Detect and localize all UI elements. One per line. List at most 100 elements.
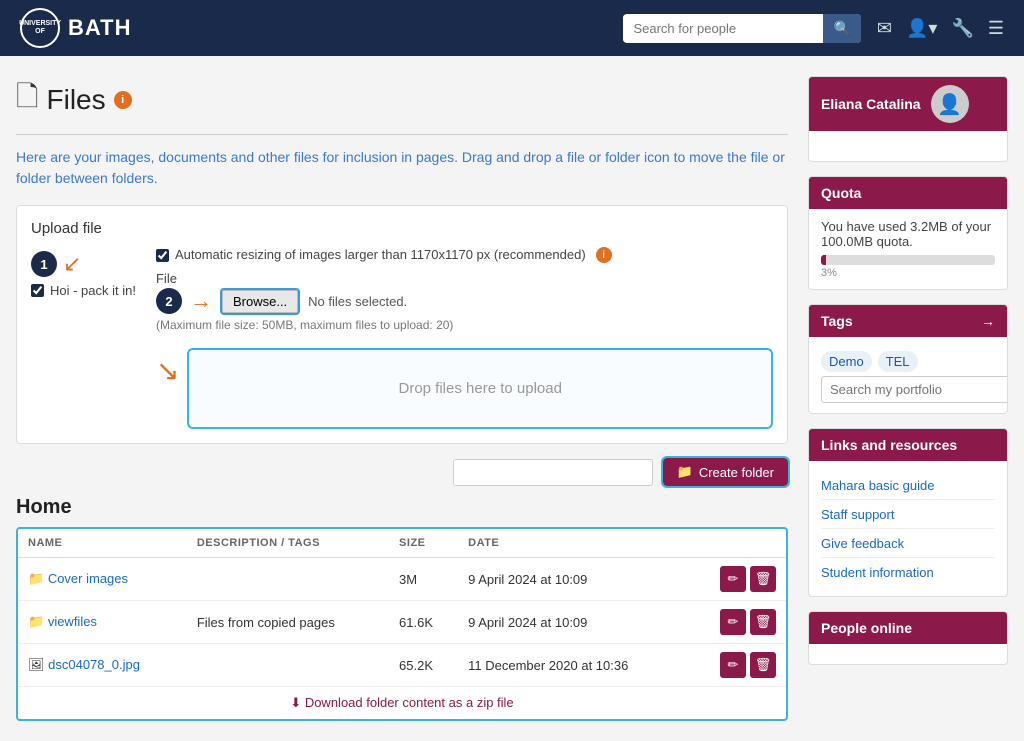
logo-circle: UNIVERSITY OF xyxy=(20,8,60,48)
mail-icon[interactable]: ✉ xyxy=(877,18,892,39)
file-action-buttons: ✏ 🗑 xyxy=(699,652,776,678)
links-body: Mahara basic guide Staff support Give feed… xyxy=(809,461,1007,596)
home-section: Home NAME DESCRIPTION / TAGS SIZE DATE xyxy=(16,496,788,721)
links-header: Links and resources xyxy=(809,429,1007,461)
auto-resize-info[interactable]: i xyxy=(596,247,612,263)
auto-resize-checkbox[interactable] xyxy=(156,249,169,262)
links-list-item: Staff support xyxy=(821,500,995,529)
file-date-cell: 11 December 2020 at 10:36 xyxy=(458,644,689,687)
title-divider xyxy=(16,134,788,135)
col-date: DATE xyxy=(458,529,689,558)
quota-text: You have used 3.2MB of your 100.0MB quot… xyxy=(821,219,995,249)
file-name-link[interactable]: Cover images xyxy=(48,571,128,586)
people-search-input[interactable] xyxy=(623,15,823,42)
step1-arrow: ↙ xyxy=(63,251,81,277)
people-search-bar: 🔍 xyxy=(623,14,860,43)
col-actions xyxy=(689,529,786,558)
people-search-button[interactable]: 🔍 xyxy=(823,14,860,43)
page-description: Here are your images, documents and othe… xyxy=(16,147,788,189)
edit-file-button[interactable]: ✏ xyxy=(720,566,746,592)
image-icon: 🖼 xyxy=(28,657,45,672)
upload-section: Upload file 1 ↙ Hoi - pack it in! xyxy=(16,205,788,444)
main-layout: 🗋 Files i Here are your images, document… xyxy=(0,56,1024,741)
profile-icon[interactable]: 👤▾ xyxy=(906,18,937,39)
no-files-label: No files selected. xyxy=(308,294,407,309)
file-desc-cell xyxy=(187,644,389,687)
auto-resize-row: Automatic resizing of images larger than… xyxy=(156,247,773,263)
resource-link[interactable]: Mahara basic guide xyxy=(821,478,934,493)
file-icon-cell: 🖼 dsc04078_0.jpg xyxy=(18,644,187,687)
file-action-buttons: ✏ 🗑 xyxy=(699,609,776,635)
tags-list: Demo TEL xyxy=(821,347,995,372)
download-zip-link[interactable]: ⬇ Download folder content as a zip file xyxy=(18,686,786,719)
col-size: SIZE xyxy=(389,529,458,558)
tags-body: Demo TEL 🔍 xyxy=(809,337,1007,413)
tags-title: Tags xyxy=(821,313,853,329)
delete-file-button[interactable]: 🗑 xyxy=(750,652,776,678)
header-icons: ✉ 👤▾ 🔧 ☰ xyxy=(877,18,1004,39)
folder-row: 📁 Create folder xyxy=(16,458,788,486)
title-info-badge[interactable]: i xyxy=(114,91,132,109)
file-size-cell: 3M xyxy=(389,558,458,601)
step2-badge: 2 xyxy=(156,288,182,314)
table-row: 📁 viewfiles Files from copied pages 61.6… xyxy=(18,601,786,644)
step1-checkbox[interactable] xyxy=(31,284,44,297)
file-actions-cell: ✏ 🗑 xyxy=(689,558,786,601)
links-list-item: Give feedback xyxy=(821,529,995,558)
user-card: Eliana Catalina 👤 xyxy=(808,76,1008,162)
folder-name-input[interactable] xyxy=(453,459,653,486)
quota-body: You have used 3.2MB of your 100.0MB quot… xyxy=(809,209,1007,289)
create-folder-button[interactable]: 📁 Create folder xyxy=(663,458,788,486)
resource-link[interactable]: Student information xyxy=(821,565,934,580)
links-title: Links and resources xyxy=(821,437,957,453)
drop-arrow: ↘ xyxy=(156,354,179,387)
browse-button[interactable]: Browse... xyxy=(222,290,298,313)
file-actions-cell: ✏ 🗑 xyxy=(689,601,786,644)
tag-item[interactable]: TEL xyxy=(878,351,918,372)
home-title: Home xyxy=(16,496,788,519)
col-desc: DESCRIPTION / TAGS xyxy=(187,529,389,558)
file-desc-cell: Files from copied pages xyxy=(187,601,389,644)
quota-bar-bg xyxy=(821,255,995,265)
file-desc-cell xyxy=(187,558,389,601)
portfolio-search-input[interactable] xyxy=(821,376,1008,403)
step1-label: Hoi - pack it in! xyxy=(50,283,136,298)
step1-badge: 1 xyxy=(31,251,57,277)
links-list-item: Mahara basic guide xyxy=(821,471,995,500)
quota-pct: 3% xyxy=(821,267,995,279)
page-title-row: 🗋 Files i xyxy=(16,76,788,124)
delete-file-button[interactable]: 🗑 xyxy=(750,566,776,592)
quota-header: Quota xyxy=(809,177,1007,209)
delete-file-button[interactable]: 🗑 xyxy=(750,609,776,635)
tag-item[interactable]: Demo xyxy=(821,351,872,372)
quota-title: Quota xyxy=(821,185,861,201)
step1-area: 1 ↙ Hoi - pack it in! xyxy=(31,247,136,298)
step1-checkbox-row: Hoi - pack it in! xyxy=(31,283,136,298)
upload-body: 1 ↙ Hoi - pack it in! Automatic resizing… xyxy=(31,247,773,429)
menu-icon[interactable]: ☰ xyxy=(988,18,1004,39)
file-table: NAME DESCRIPTION / TAGS SIZE DATE 📁 Cove… xyxy=(18,529,786,686)
file-name-link[interactable]: dsc04078_0.jpg xyxy=(48,657,140,672)
tags-arrow[interactable]: → xyxy=(981,313,995,329)
table-row: 🖼 dsc04078_0.jpg 65.2K 11 December 2020 … xyxy=(18,644,786,687)
drop-zone[interactable]: Drop files here to upload xyxy=(187,348,773,429)
file-action-buttons: ✏ 🗑 xyxy=(699,566,776,592)
resource-link[interactable]: Staff support xyxy=(821,507,894,522)
file-actions-cell: ✏ 🗑 xyxy=(689,644,786,687)
edit-file-button[interactable]: ✏ xyxy=(720,609,746,635)
portfolio-search: 🔍 xyxy=(821,376,995,403)
user-name: Eliana Catalina xyxy=(821,96,921,112)
max-info: (Maximum file size: 50MB, maximum files … xyxy=(156,318,773,332)
edit-file-button[interactable]: ✏ xyxy=(720,652,746,678)
logo-top: UNIVERSITY OF xyxy=(19,20,61,35)
resource-link[interactable]: Give feedback xyxy=(821,536,904,551)
step2-arrow: → xyxy=(190,288,212,314)
file-date-cell: 9 April 2024 at 10:09 xyxy=(458,601,689,644)
user-card-header: Eliana Catalina 👤 xyxy=(809,77,1007,131)
file-label: File xyxy=(156,271,773,286)
file-name-link[interactable]: viewfiles xyxy=(48,614,97,629)
wrench-icon[interactable]: 🔧 xyxy=(951,18,973,39)
user-row: Eliana Catalina 👤 xyxy=(821,85,969,123)
quota-card: Quota You have used 3.2MB of your 100.0M… xyxy=(808,176,1008,290)
col-name: NAME xyxy=(18,529,187,558)
